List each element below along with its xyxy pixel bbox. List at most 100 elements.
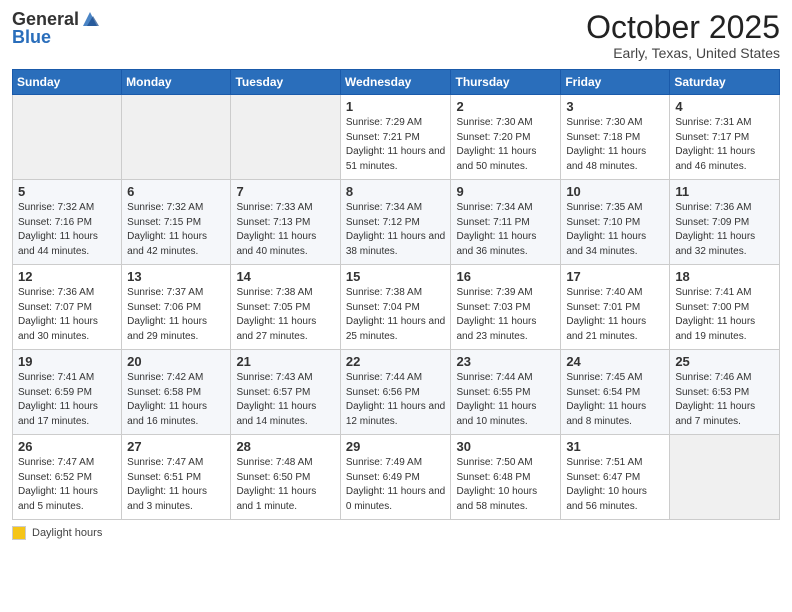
day-info: Sunrise: 7:35 AMSunset: 7:10 PMDaylight:… (566, 201, 664, 259)
logo-blue-text: Blue (12, 28, 99, 46)
day-number: 21 (236, 354, 334, 369)
day-info: Sunrise: 7:40 AMSunset: 7:01 PMDaylight:… (566, 286, 664, 344)
day-info: Sunrise: 7:30 AMSunset: 7:18 PMDaylight:… (566, 116, 664, 174)
day-info: Sunrise: 7:37 AMSunset: 7:06 PMDaylight:… (127, 286, 225, 344)
calendar-week-row: 1 Sunrise: 7:29 AMSunset: 7:21 PMDaylight… (13, 95, 780, 180)
calendar-cell: 24 Sunrise: 7:45 AMSunset: 6:54 PMDayligh… (561, 350, 670, 435)
day-info: Sunrise: 7:36 AMSunset: 7:07 PMDaylight:… (18, 286, 116, 344)
calendar-cell (13, 95, 122, 180)
day-info: Sunrise: 7:49 AMSunset: 6:49 PMDaylight:… (346, 456, 446, 514)
day-number: 18 (675, 269, 774, 284)
calendar-cell: 25 Sunrise: 7:46 AMSunset: 6:53 PMDayligh… (670, 350, 780, 435)
weekday-header-saturday: Saturday (670, 70, 780, 95)
calendar-cell: 23 Sunrise: 7:44 AMSunset: 6:55 PMDayligh… (451, 350, 561, 435)
calendar-cell: 22 Sunrise: 7:44 AMSunset: 6:56 PMDayligh… (340, 350, 451, 435)
calendar-cell: 16 Sunrise: 7:39 AMSunset: 7:03 PMDayligh… (451, 265, 561, 350)
day-info: Sunrise: 7:43 AMSunset: 6:57 PMDaylight:… (236, 371, 334, 429)
day-number: 23 (456, 354, 555, 369)
day-number: 24 (566, 354, 664, 369)
day-number: 13 (127, 269, 225, 284)
day-number: 12 (18, 269, 116, 284)
calendar-cell: 14Sunrise: 7:38 AMSunset: 7:05 PMDayligh… (231, 265, 340, 350)
day-info: Sunrise: 7:36 AMSunset: 7:09 PMDaylight:… (675, 201, 774, 259)
calendar-cell: 13 Sunrise: 7:37 AMSunset: 7:06 PMDayligh… (122, 265, 231, 350)
page-container: General Blue October 2025 Early, Texas, … (0, 0, 792, 550)
calendar-cell: 15 Sunrise: 7:38 AMSunset: 7:04 PMDayligh… (340, 265, 451, 350)
weekday-header-tuesday: Tuesday (231, 70, 340, 95)
day-info: Sunrise: 7:42 AMSunset: 6:58 PMDaylight:… (127, 371, 225, 429)
calendar-cell: 31 Sunrise: 7:51 AMSunset: 6:47 PMDayligh… (561, 435, 670, 520)
day-number: 2 (456, 99, 555, 114)
day-info: Sunrise: 7:39 AMSunset: 7:03 PMDaylight:… (456, 286, 555, 344)
legend: Daylight hours (12, 526, 780, 540)
calendar-cell: 29 Sunrise: 7:49 AMSunset: 6:49 PMDayligh… (340, 435, 451, 520)
day-info: Sunrise: 7:47 AMSunset: 6:52 PMDaylight:… (18, 456, 116, 514)
calendar-cell (122, 95, 231, 180)
calendar-cell: 21 Sunrise: 7:43 AMSunset: 6:57 PMDayligh… (231, 350, 340, 435)
weekday-header-wednesday: Wednesday (340, 70, 451, 95)
calendar-cell (670, 435, 780, 520)
day-info: Sunrise: 7:31 AMSunset: 7:17 PMDaylight:… (675, 116, 774, 174)
day-number: 4 (675, 99, 774, 114)
day-info: Sunrise: 7:41 AMSunset: 6:59 PMDaylight:… (18, 371, 116, 429)
legend-color-box (12, 526, 26, 540)
day-info: Sunrise: 7:45 AMSunset: 6:54 PMDaylight:… (566, 371, 664, 429)
day-info: Sunrise: 7:46 AMSunset: 6:53 PMDaylight:… (675, 371, 774, 429)
calendar-week-row: 5 Sunrise: 7:32 AMSunset: 7:16 PMDaylight… (13, 180, 780, 265)
day-info: Sunrise: 7:38 AMSunset: 7:04 PMDaylight:… (346, 286, 446, 344)
day-info: Sunrise: 7:47 AMSunset: 6:51 PMDaylight:… (127, 456, 225, 514)
header: General Blue October 2025 Early, Texas, … (12, 10, 780, 61)
day-info: Sunrise: 7:32 AMSunset: 7:15 PMDaylight:… (127, 201, 225, 259)
weekday-header-sunday: Sunday (13, 70, 122, 95)
day-number: 1 (346, 99, 446, 114)
day-info: Sunrise: 7:50 AMSunset: 6:48 PMDaylight:… (456, 456, 555, 514)
day-info: Sunrise: 7:32 AMSunset: 7:16 PMDaylight:… (18, 201, 116, 259)
calendar-week-row: 26 Sunrise: 7:47 AMSunset: 6:52 PMDayligh… (13, 435, 780, 520)
day-info: Sunrise: 7:44 AMSunset: 6:55 PMDaylight:… (456, 371, 555, 429)
day-number: 26 (18, 439, 116, 454)
calendar-cell: 6 Sunrise: 7:32 AMSunset: 7:15 PMDaylight… (122, 180, 231, 265)
calendar-cell: 19 Sunrise: 7:41 AMSunset: 6:59 PMDayligh… (13, 350, 122, 435)
day-info: Sunrise: 7:33 AMSunset: 7:13 PMDaylight:… (236, 201, 334, 259)
day-number: 10 (566, 184, 664, 199)
day-number: 9 (456, 184, 555, 199)
day-number: 5 (18, 184, 116, 199)
day-info: Sunrise: 7:48 AMSunset: 6:50 PMDaylight:… (236, 456, 334, 514)
calendar-cell: 10 Sunrise: 7:35 AMSunset: 7:10 PMDayligh… (561, 180, 670, 265)
calendar-cell: 17 Sunrise: 7:40 AMSunset: 7:01 PMDayligh… (561, 265, 670, 350)
day-info: Sunrise: 7:51 AMSunset: 6:47 PMDaylight:… (566, 456, 664, 514)
day-info: Sunrise: 7:34 AMSunset: 7:11 PMDaylight:… (456, 201, 555, 259)
calendar-table: SundayMondayTuesdayWednesdayThursdayFrid… (12, 69, 780, 520)
weekday-header-friday: Friday (561, 70, 670, 95)
day-number: 31 (566, 439, 664, 454)
calendar-cell (231, 95, 340, 180)
day-number: 29 (346, 439, 446, 454)
location-title: Early, Texas, United States (586, 45, 780, 61)
calendar-cell: 18Sunrise: 7:41 AMSunset: 7:00 PMDayligh… (670, 265, 780, 350)
calendar-cell: 12 Sunrise: 7:36 AMSunset: 7:07 PMDayligh… (13, 265, 122, 350)
day-info: Sunrise: 7:38 AMSunset: 7:05 PMDaylight:… (236, 286, 334, 344)
day-number: 8 (346, 184, 446, 199)
day-number: 17 (566, 269, 664, 284)
day-number: 16 (456, 269, 555, 284)
day-number: 6 (127, 184, 225, 199)
calendar-cell: 11Sunrise: 7:36 AMSunset: 7:09 PMDayligh… (670, 180, 780, 265)
calendar-cell: 27 Sunrise: 7:47 AMSunset: 6:51 PMDayligh… (122, 435, 231, 520)
day-number: 19 (18, 354, 116, 369)
calendar-cell: 8 Sunrise: 7:34 AMSunset: 7:12 PMDaylight… (340, 180, 451, 265)
day-number: 27 (127, 439, 225, 454)
calendar-week-row: 19 Sunrise: 7:41 AMSunset: 6:59 PMDayligh… (13, 350, 780, 435)
day-number: 22 (346, 354, 446, 369)
day-number: 25 (675, 354, 774, 369)
day-number: 3 (566, 99, 664, 114)
calendar-cell: 9 Sunrise: 7:34 AMSunset: 7:11 PMDaylight… (451, 180, 561, 265)
day-info: Sunrise: 7:29 AMSunset: 7:21 PMDaylight:… (346, 116, 446, 174)
day-info: Sunrise: 7:34 AMSunset: 7:12 PMDaylight:… (346, 201, 446, 259)
calendar-cell: 4 Sunrise: 7:31 AMSunset: 7:17 PMDaylight… (670, 95, 780, 180)
logo-general-text: General (12, 10, 79, 28)
calendar-cell: 3 Sunrise: 7:30 AMSunset: 7:18 PMDaylight… (561, 95, 670, 180)
day-number: 15 (346, 269, 446, 284)
day-info: Sunrise: 7:44 AMSunset: 6:56 PMDaylight:… (346, 371, 446, 429)
calendar-cell: 26 Sunrise: 7:47 AMSunset: 6:52 PMDayligh… (13, 435, 122, 520)
day-number: 7 (236, 184, 334, 199)
